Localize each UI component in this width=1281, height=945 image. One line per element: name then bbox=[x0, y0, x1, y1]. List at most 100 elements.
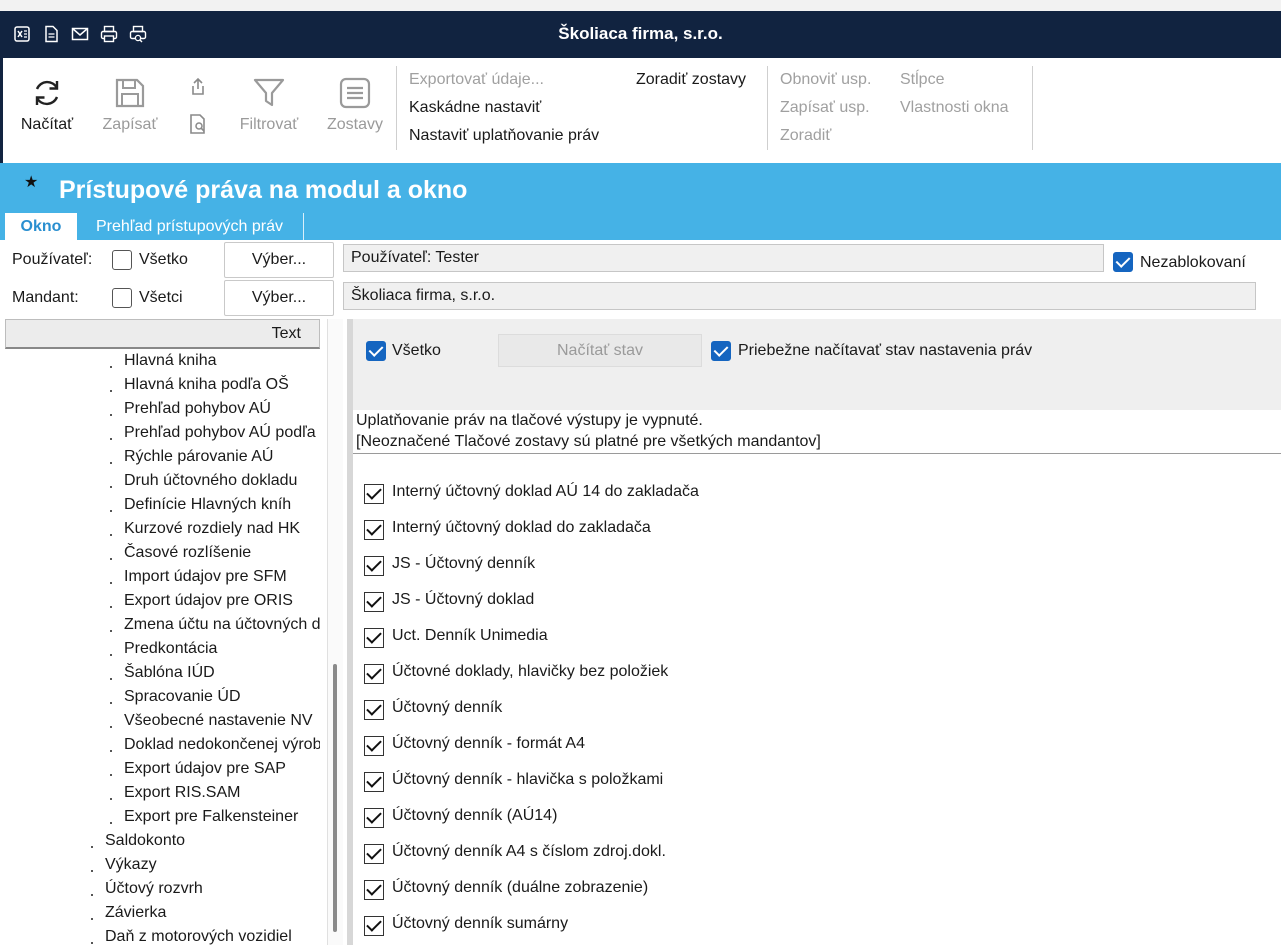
tree-item[interactable]: Doklad nedokončenej výrob bbox=[5, 733, 320, 757]
load-button[interactable]: Načítať bbox=[17, 76, 77, 134]
tree-connector bbox=[91, 846, 93, 848]
restore-layout-item[interactable]: Obnoviť usp. bbox=[780, 66, 871, 94]
report-checkbox[interactable] bbox=[364, 520, 384, 540]
tree-connector bbox=[110, 390, 112, 392]
tree-item[interactable]: Rýchle párovanie AÚ bbox=[5, 445, 320, 469]
tab-rights-overview[interactable]: Prehľad prístupových práv bbox=[82, 213, 304, 240]
reports-button[interactable]: Zostavy bbox=[319, 76, 391, 134]
report-label: Interný účtovný doklad AÚ 14 do zakladač… bbox=[392, 483, 699, 500]
tree-item[interactable]: Export pre Falkensteiner bbox=[5, 805, 320, 829]
report-checkbox[interactable] bbox=[364, 628, 384, 648]
save-icon bbox=[113, 76, 147, 110]
report-checkbox[interactable] bbox=[364, 664, 384, 684]
tree-connector bbox=[110, 822, 112, 824]
tree-item[interactable]: Druh účtovného dokladu bbox=[5, 469, 320, 493]
ribbon-toolbar: Načítať Zapísať Filtrovať Zostavy Export… bbox=[0, 58, 1281, 163]
tree-item-label: Import údajov pre SFM bbox=[124, 568, 287, 585]
report-label: Účtovný denník (duálne zobrazenie) bbox=[392, 879, 649, 896]
set-rights-application-item[interactable]: Nastaviť uplatňovanie práv bbox=[409, 122, 599, 150]
load-button-label: Načítať bbox=[20, 116, 74, 133]
columns-item[interactable]: Stĺpce bbox=[900, 66, 1009, 94]
tree-item[interactable]: Hlavná kniha podľa OŠ bbox=[5, 373, 320, 397]
tree-item-label: Hlavná kniha bbox=[124, 352, 217, 369]
cascade-set-item[interactable]: Kaskádne nastaviť bbox=[409, 94, 599, 122]
report-checkbox[interactable] bbox=[364, 592, 384, 612]
rights-all-label: Všetko bbox=[392, 342, 441, 359]
tenant-select-button[interactable]: Výber... bbox=[224, 280, 334, 316]
tree-item-label: Kurzové rozdiely nad HK bbox=[124, 520, 301, 537]
filter-button[interactable]: Filtrovať bbox=[233, 76, 305, 134]
report-checkbox[interactable] bbox=[364, 772, 384, 792]
tree-item[interactable]: Saldokonto bbox=[5, 829, 320, 853]
report-checkbox[interactable] bbox=[364, 700, 384, 720]
tree-item[interactable]: Prehľad pohybov AÚ podľa bbox=[5, 421, 320, 445]
user-all-checkbox[interactable] bbox=[112, 250, 132, 270]
tree-item[interactable]: Kurzové rozdiely nad HK bbox=[5, 517, 320, 541]
tree-item[interactable]: Import údajov pre SFM bbox=[5, 565, 320, 589]
tree-connector bbox=[110, 366, 112, 368]
sort-item[interactable]: Zoradiť bbox=[780, 122, 871, 150]
tree-item[interactable]: Všeobecné nastavenie NV bbox=[5, 709, 320, 733]
tree-scrollbar[interactable] bbox=[327, 319, 343, 945]
tree-item[interactable]: Predkontácia bbox=[5, 637, 320, 661]
export-icon[interactable] bbox=[187, 76, 209, 98]
tenant-all-checkbox[interactable] bbox=[112, 288, 132, 308]
tree-item-label: Druh účtovného dokladu bbox=[124, 472, 298, 489]
live-load-checkbox[interactable] bbox=[711, 341, 731, 361]
report-checkbox[interactable] bbox=[364, 808, 384, 828]
tree-item[interactable]: Výkazy bbox=[5, 853, 320, 877]
tab-window[interactable]: Okno bbox=[5, 213, 77, 240]
load-state-button[interactable]: Načítať stav bbox=[498, 334, 702, 367]
tree-item[interactable]: Časové rozlíšenie bbox=[5, 541, 320, 565]
report-row: Účtovný denník (duálne zobrazenie) bbox=[353, 869, 1281, 905]
tree-item-label: Rýchle párovanie AÚ bbox=[124, 448, 274, 465]
report-checkbox[interactable] bbox=[364, 736, 384, 756]
rights-all-checkbox[interactable] bbox=[366, 341, 386, 361]
tree-scrollbar-thumb[interactable] bbox=[333, 664, 337, 932]
tenant-filter-row: Mandant: Všetci Výber... Školiaca firma,… bbox=[0, 279, 1281, 317]
tree-item[interactable]: Spracovanie ÚD bbox=[5, 685, 320, 709]
unblocked-checkbox[interactable] bbox=[1113, 252, 1133, 272]
tree-item[interactable]: Export údajov pre ORIS bbox=[5, 589, 320, 613]
tree-item-label: Definície Hlavných kníh bbox=[124, 496, 292, 513]
tree-item-label: Daň z motorových vozidiel bbox=[105, 928, 292, 945]
tree-item[interactable]: Účtový rozvrh bbox=[5, 877, 320, 901]
preview-icon[interactable] bbox=[187, 113, 209, 135]
report-label: Uct. Denník Unimedia bbox=[392, 627, 548, 644]
report-checkbox[interactable] bbox=[364, 484, 384, 504]
reports-button-label: Zostavy bbox=[326, 116, 383, 133]
tree-item[interactable]: Export údajov pre SAP bbox=[5, 757, 320, 781]
tree-item[interactable]: Šablóna IÚD bbox=[5, 661, 320, 685]
report-checkbox[interactable] bbox=[364, 556, 384, 576]
user-select-button[interactable]: Výber... bbox=[224, 242, 334, 278]
tree-connector bbox=[110, 534, 112, 536]
tree-column-header[interactable]: Text bbox=[5, 319, 320, 349]
tree-item-label: Výkazy bbox=[105, 856, 157, 873]
write-layout-item[interactable]: Zapísať usp. bbox=[780, 94, 871, 122]
tree-item[interactable]: Daň z motorových vozidiel bbox=[5, 925, 320, 945]
tree-connector bbox=[91, 894, 93, 896]
report-checkbox[interactable] bbox=[364, 880, 384, 900]
report-label: JS - Účtovný denník bbox=[392, 555, 536, 572]
tree-item[interactable]: Závierka bbox=[5, 901, 320, 925]
report-row: JS - Účtovný doklad bbox=[353, 581, 1281, 617]
tree-item[interactable]: Export RIS.SAM bbox=[5, 781, 320, 805]
save-button[interactable]: Zapísať bbox=[97, 76, 163, 134]
report-label: Účtovný denník bbox=[392, 699, 503, 716]
tree-item[interactable]: Definície Hlavných kníh bbox=[5, 493, 320, 517]
tree-item[interactable]: Zmena účtu na účtovných d bbox=[5, 613, 320, 637]
tree-connector bbox=[110, 798, 112, 800]
ribbon-menu-layout: Obnoviť usp. Zapísať usp. Zoradiť bbox=[780, 66, 871, 150]
tree-connector bbox=[110, 462, 112, 464]
report-checkbox[interactable] bbox=[364, 916, 384, 936]
export-data-item[interactable]: Exportovať údaje... bbox=[409, 66, 599, 94]
report-label: Účtovný denník - formát A4 bbox=[392, 735, 585, 752]
report-row: Účtovný denník - formát A4 bbox=[353, 725, 1281, 761]
tree-item[interactable]: Prehľad pohybov AÚ bbox=[5, 397, 320, 421]
window-properties-item[interactable]: Vlastnosti okna bbox=[900, 94, 1009, 122]
report-checkbox[interactable] bbox=[364, 844, 384, 864]
tree-item[interactable]: Hlavná kniha bbox=[5, 349, 320, 373]
sort-reports-item[interactable]: Zoradiť zostavy bbox=[636, 66, 746, 94]
tree-item-label: Predkontácia bbox=[124, 640, 218, 657]
favorite-star-icon[interactable]: ★ bbox=[24, 172, 38, 192]
